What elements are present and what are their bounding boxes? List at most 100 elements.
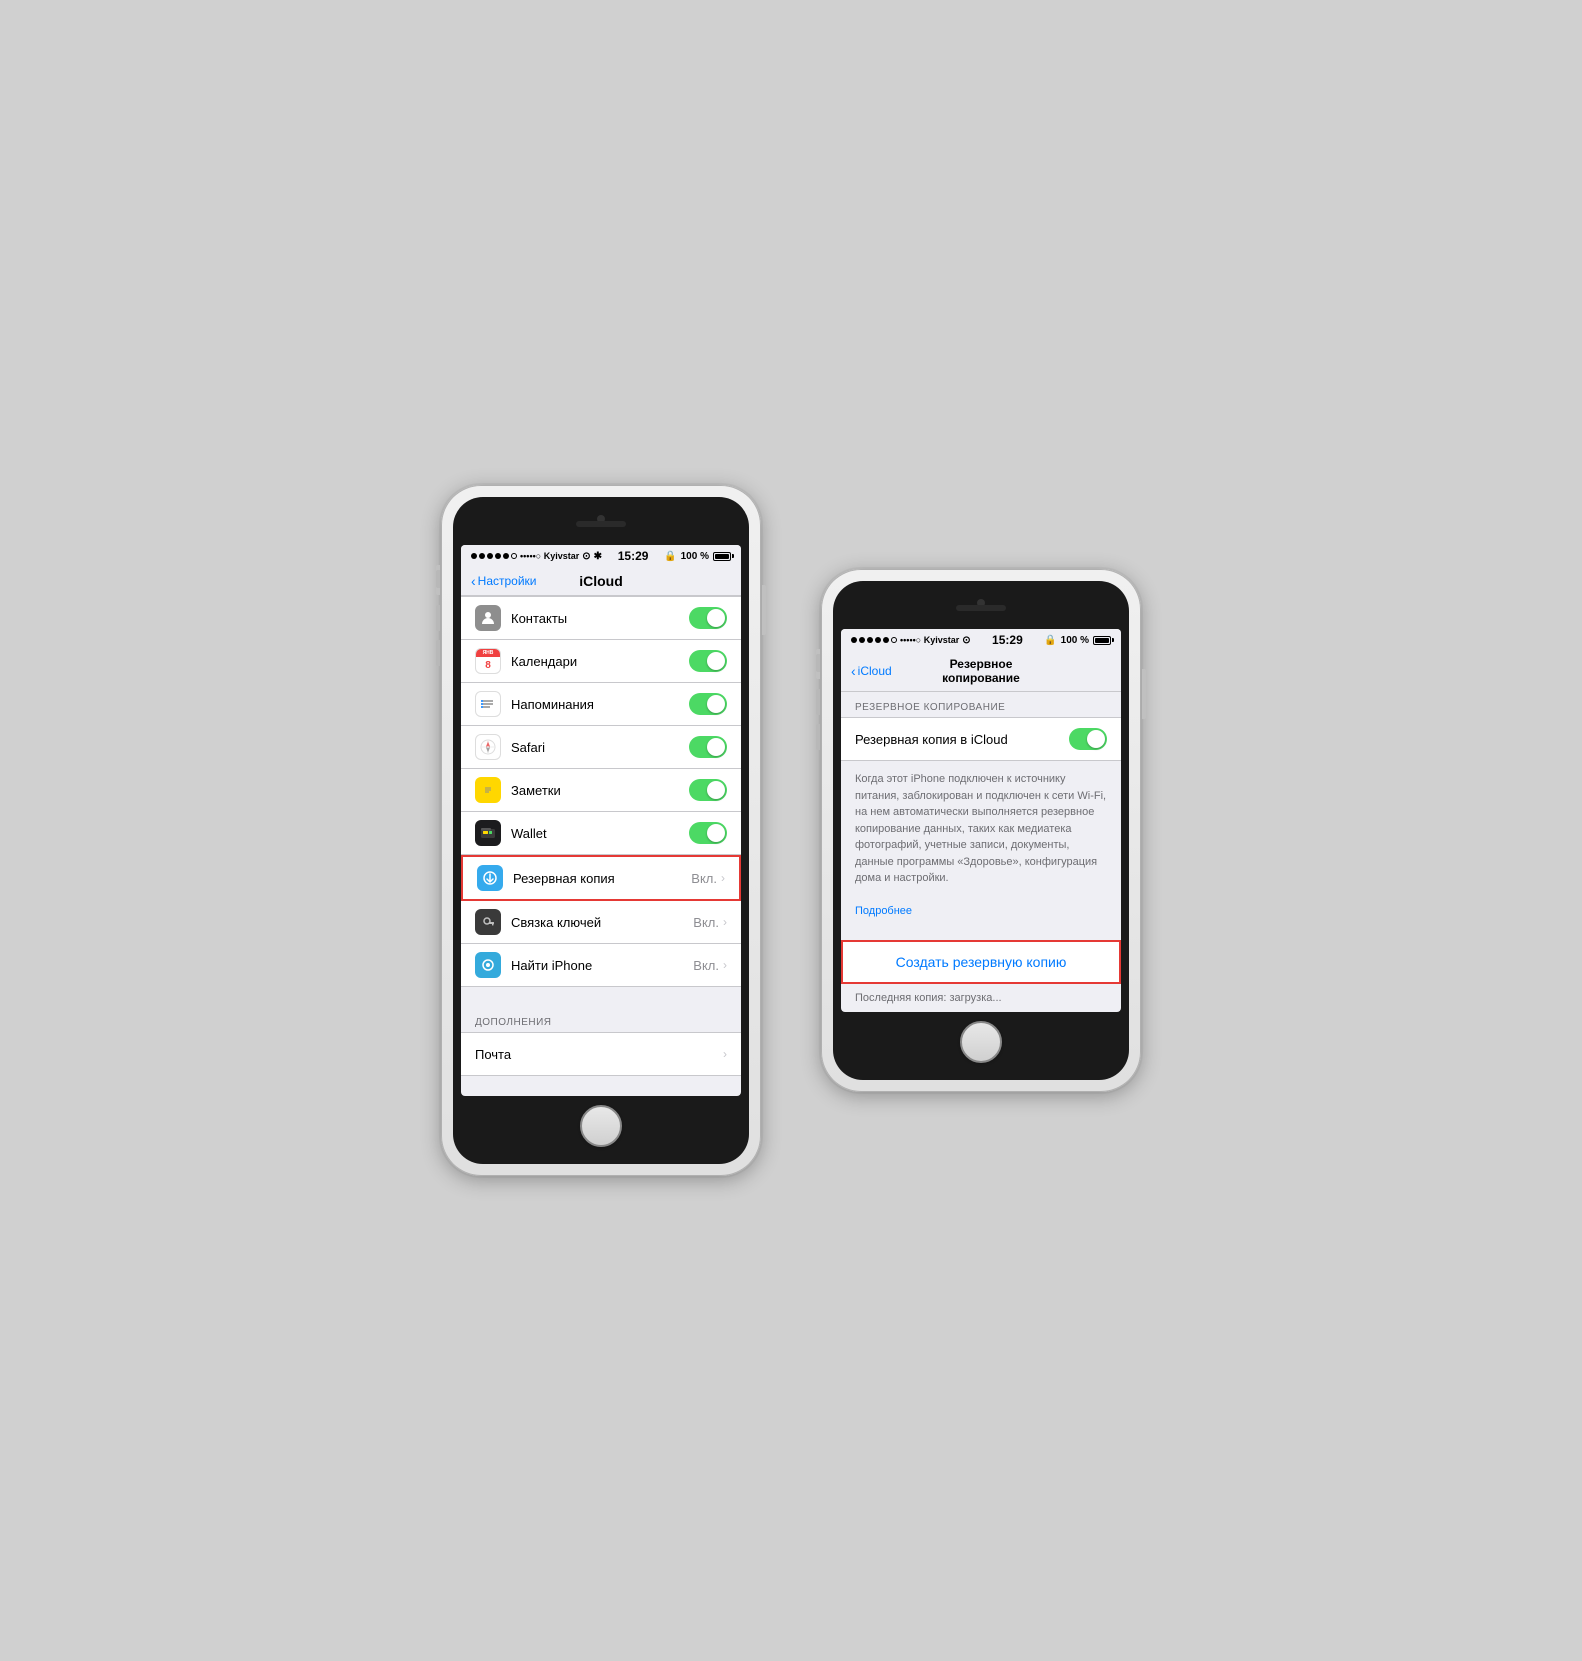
wifi-icon: ⊙ xyxy=(582,551,590,562)
wallet-row[interactable]: Wallet xyxy=(461,812,741,855)
notes-row[interactable]: Заметки xyxy=(461,769,741,812)
keychain-row[interactable]: Связка ключей Вкл. › xyxy=(461,901,741,944)
back-button-right[interactable]: ‹ iCloud xyxy=(851,663,921,679)
keychain-value: Вкл. xyxy=(693,915,719,930)
create-backup-label: Создать резервную копию xyxy=(857,954,1105,970)
backup-description-text: Когда этот iPhone подключен к источнику … xyxy=(855,773,1106,884)
vol-down-button xyxy=(436,640,440,666)
icloud-backup-toggle-label: Резервная копия в iCloud xyxy=(855,732,1069,747)
contacts-toggle[interactable] xyxy=(689,607,727,629)
last-backup-text: Последняя копия: загрузка... xyxy=(841,984,1121,1012)
speaker-right xyxy=(956,605,1006,611)
signal-dots-right xyxy=(851,637,897,643)
safari-row[interactable]: Safari xyxy=(461,726,741,769)
backup-label: Резервная копия xyxy=(513,871,691,886)
vol-up-right xyxy=(816,689,820,715)
backup-description: Когда этот iPhone подключен к источнику … xyxy=(841,761,1121,930)
lock-icon-right: 🔒 xyxy=(1044,635,1056,646)
calendar-icon: ЯНВ 8 xyxy=(475,648,501,674)
contacts-label: Контакты xyxy=(511,611,689,626)
mail-row[interactable]: Почта › xyxy=(461,1033,741,1075)
mail-chevron-icon: › xyxy=(723,1047,727,1061)
screen-right: •••••○ Kyivstar ⊙ 15:29 🔒 100 % ‹ iCloud xyxy=(841,629,1121,1012)
top-bezel-right xyxy=(841,589,1121,629)
findphone-row[interactable]: Найти iPhone Вкл. › xyxy=(461,944,741,986)
signal-dots xyxy=(471,553,517,559)
status-left-right: •••••○ Kyivstar ⊙ xyxy=(851,635,971,646)
addons-group: Почта › xyxy=(461,1032,741,1076)
nav-bar-right: ‹ iCloud Резервное копирование xyxy=(841,651,1121,692)
keychain-label: Связка ключей xyxy=(511,915,693,930)
back-button[interactable]: ‹ Настройки xyxy=(471,573,541,589)
wifi-icon-right: ⊙ xyxy=(962,635,970,646)
safari-icon xyxy=(475,734,501,760)
keychain-chevron-icon: › xyxy=(723,915,727,929)
status-right-right: 🔒 100 % xyxy=(1044,635,1111,646)
battery-fill-right xyxy=(1095,638,1109,643)
create-backup-row[interactable]: Создать резервную копию xyxy=(841,940,1121,984)
mute-switch xyxy=(436,570,440,588)
icloud-backup-toggle-row[interactable]: Резервная копия в iCloud xyxy=(841,718,1121,760)
carrier-label: •••••○ Kyivstar xyxy=(520,551,579,561)
home-button-left[interactable] xyxy=(580,1105,622,1147)
wallet-label: Wallet xyxy=(511,826,689,841)
status-time-right: 15:29 xyxy=(992,633,1023,647)
status-bar: •••••○ Kyivstar ⊙ ✱ 15:29 🔒 100 % xyxy=(461,545,741,567)
safari-label: Safari xyxy=(511,740,689,755)
battery-fill xyxy=(715,554,729,559)
icloud-backup-toggle[interactable] xyxy=(1069,728,1107,750)
battery-percent: 100 % xyxy=(681,551,709,562)
status-bar-right: •••••○ Kyivstar ⊙ 15:29 🔒 100 % xyxy=(841,629,1121,651)
backup-value: Вкл. xyxy=(691,871,717,886)
findphone-icon xyxy=(475,952,501,978)
notes-toggle[interactable] xyxy=(689,779,727,801)
vol-down-right xyxy=(816,724,820,750)
reminders-toggle[interactable] xyxy=(689,693,727,715)
status-time: 15:29 xyxy=(618,549,649,563)
nav-bar-left: ‹ Настройки iCloud xyxy=(461,567,741,596)
settings-icon: ✱ xyxy=(594,551,602,562)
wallet-icon xyxy=(475,820,501,846)
keychain-icon xyxy=(475,909,501,935)
calendar-label: Календари xyxy=(511,654,689,669)
status-right: 🔒 100 % xyxy=(664,551,731,562)
top-bezel xyxy=(461,505,741,545)
calendar-toggle[interactable] xyxy=(689,650,727,672)
icloud-settings-group: Контакты ЯНВ 8 Календари xyxy=(461,596,741,987)
battery-icon xyxy=(713,552,731,561)
calendar-row[interactable]: ЯНВ 8 Календари xyxy=(461,640,741,683)
vol-up-button xyxy=(436,605,440,631)
status-left: •••••○ Kyivstar ⊙ ✱ xyxy=(471,551,602,562)
nav-title-right: Резервное копирование xyxy=(921,657,1041,685)
findphone-label: Найти iPhone xyxy=(511,958,693,973)
battery-percent-right: 100 % xyxy=(1061,635,1089,646)
mail-label: Почта xyxy=(475,1047,723,1062)
backup-chevron-icon: › xyxy=(721,871,725,885)
phone-left: •••••○ Kyivstar ⊙ ✱ 15:29 🔒 100 % ‹ На xyxy=(441,485,761,1176)
carrier-label-right: •••••○ Kyivstar xyxy=(900,635,959,645)
phone-right: •••••○ Kyivstar ⊙ 15:29 🔒 100 % ‹ iCloud xyxy=(821,569,1141,1092)
reminders-row[interactable]: Напоминания xyxy=(461,683,741,726)
contacts-icon xyxy=(475,605,501,631)
safari-toggle[interactable] xyxy=(689,736,727,758)
notes-icon xyxy=(475,777,501,803)
findphone-value: Вкл. xyxy=(693,958,719,973)
notes-label: Заметки xyxy=(511,783,689,798)
contacts-row[interactable]: Контакты xyxy=(461,597,741,640)
screen-left: •••••○ Kyivstar ⊙ ✱ 15:29 🔒 100 % ‹ На xyxy=(461,545,741,1096)
back-label-right: iCloud xyxy=(858,664,892,678)
speaker xyxy=(576,521,626,527)
backup-row[interactable]: Резервная копия Вкл. › xyxy=(461,855,741,901)
backup-toggle-group: Резервная копия в iCloud xyxy=(841,717,1121,761)
addons-section-header: ДОПОЛНЕНИЯ xyxy=(461,1007,741,1032)
backup-more-link[interactable]: Подробнее xyxy=(855,905,912,917)
mute-switch-right xyxy=(816,654,820,672)
wallet-toggle[interactable] xyxy=(689,822,727,844)
back-chevron-icon-right: ‹ xyxy=(851,663,856,679)
back-label: Настройки xyxy=(478,574,537,588)
reminders-label: Напоминания xyxy=(511,697,689,712)
reminders-icon xyxy=(475,691,501,717)
battery-icon-right xyxy=(1093,636,1111,645)
home-button-right[interactable] xyxy=(960,1021,1002,1063)
bottom-bezel-left xyxy=(461,1096,741,1156)
